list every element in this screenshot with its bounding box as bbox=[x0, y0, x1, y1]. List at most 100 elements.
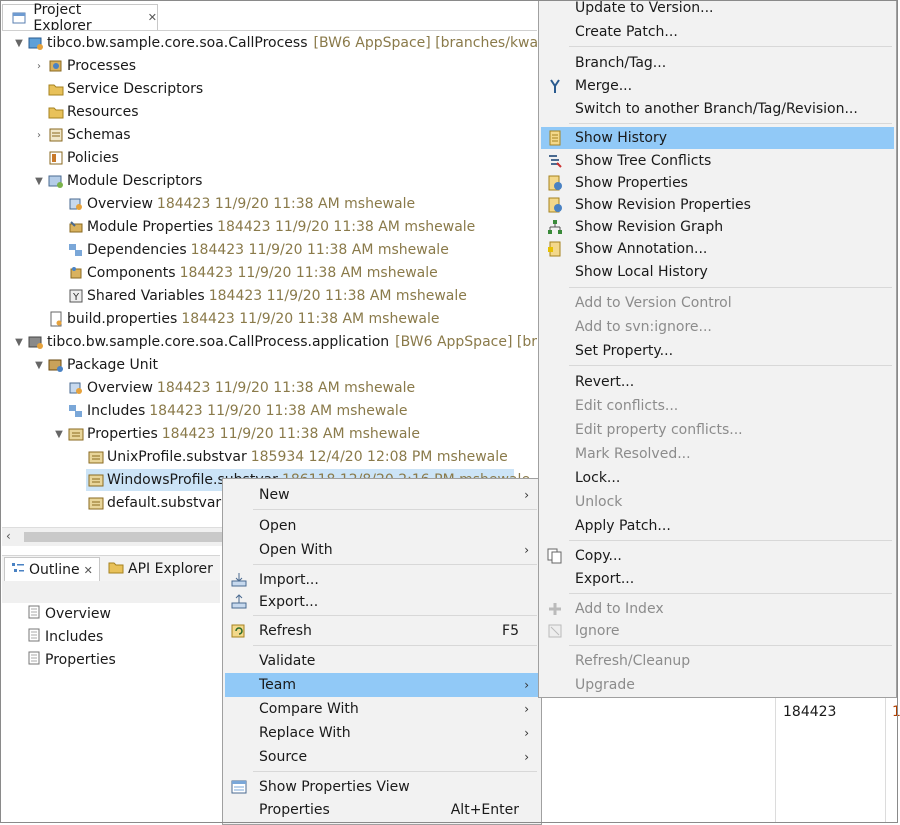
close-icon[interactable]: ✕ bbox=[148, 11, 157, 24]
chevron-down-icon[interactable]: ▼ bbox=[12, 337, 26, 348]
menu-item-show-properties[interactable]: Show Properties bbox=[541, 172, 894, 194]
outline-label: Includes bbox=[45, 629, 104, 645]
menu-item-merge[interactable]: Merge... bbox=[541, 75, 894, 97]
tree-label: Service Descriptors bbox=[67, 81, 204, 97]
menu-item-revert[interactable]: Revert... bbox=[541, 371, 894, 393]
menu-item-show-revision-properties[interactable]: Show Revision Properties bbox=[541, 194, 894, 216]
menu-item-export[interactable]: Export... bbox=[541, 568, 894, 590]
tree-item-processes[interactable]: › Processes bbox=[32, 55, 136, 77]
dependencies-icon bbox=[68, 242, 84, 258]
chevron-right-icon[interactable]: › bbox=[32, 61, 46, 72]
tree-item-module-properties[interactable]: Module Properties 184423 11/9/20 11:38 A… bbox=[66, 216, 475, 238]
menu-item-open[interactable]: Open bbox=[225, 514, 539, 538]
menu-item-unlock[interactable]: Unlock bbox=[541, 491, 894, 513]
menu-item-upgrade[interactable]: Upgrade bbox=[541, 674, 894, 696]
menu-item-edit-conflicts[interactable]: Edit conflicts... bbox=[541, 395, 894, 417]
tree-item-build-properties[interactable]: build.properties 184423 11/9/20 11:38 AM… bbox=[46, 308, 440, 330]
close-icon[interactable]: ✕ bbox=[84, 564, 93, 577]
menu-item-add-to-index[interactable]: Add to Index bbox=[541, 598, 894, 620]
menu-item-switch-branch[interactable]: Switch to another Branch/Tag/Revision... bbox=[541, 98, 894, 120]
tree-item-overview[interactable]: Overview 184423 11/9/20 11:38 AM mshewal… bbox=[66, 193, 415, 215]
menu-item-create-patch[interactable]: Create Patch... bbox=[541, 21, 894, 43]
tree-item-service-descriptors[interactable]: Service Descriptors bbox=[46, 78, 203, 100]
menu-item-branch-tag[interactable]: Branch/Tag... bbox=[541, 52, 894, 74]
menu-label: Add to Version Control bbox=[575, 295, 732, 311]
menu-item-refresh-cleanup[interactable]: Refresh/Cleanup bbox=[541, 650, 894, 672]
tab-outline[interactable]: Outline ✕ bbox=[4, 557, 100, 582]
menu-item-show-revision-graph[interactable]: Show Revision Graph bbox=[541, 216, 894, 238]
tree-item-resources[interactable]: Resources bbox=[46, 101, 139, 123]
menu-item-ignore[interactable]: Ignore bbox=[541, 620, 894, 642]
menu-item-open-with[interactable]: Open With › bbox=[225, 538, 539, 562]
chevron-down-icon[interactable]: ▼ bbox=[52, 429, 66, 440]
menu-label: Upgrade bbox=[575, 677, 635, 693]
table-cell-revision: 184423 bbox=[783, 704, 837, 720]
menu-label: Apply Patch... bbox=[575, 518, 671, 534]
document-icon bbox=[28, 605, 40, 623]
outline-icon bbox=[11, 561, 25, 579]
history-table-area bbox=[542, 698, 898, 823]
menu-item-show-annotation[interactable]: Show Annotation... bbox=[541, 238, 894, 260]
menu-label: Set Property... bbox=[575, 343, 674, 359]
tab-api-explorer[interactable]: API Explorer bbox=[102, 557, 219, 581]
tree-label: Schemas bbox=[67, 127, 131, 143]
tab-project-explorer[interactable]: Project Explorer ✕ bbox=[2, 2, 158, 34]
menu-item-new[interactable]: New › bbox=[225, 483, 539, 507]
tree-label: build.properties bbox=[67, 311, 178, 327]
outline-item-overview[interactable]: Overview bbox=[28, 605, 111, 623]
chevron-right-icon[interactable]: › bbox=[32, 130, 46, 141]
menu-item-export[interactable]: Export... bbox=[225, 590, 539, 614]
menu-item-set-property[interactable]: Set Property... bbox=[541, 340, 894, 362]
menu-item-apply-patch[interactable]: Apply Patch... bbox=[541, 515, 894, 537]
outline-item-includes[interactable]: Includes bbox=[28, 628, 103, 646]
menu-item-show-tree-conflicts[interactable]: Show Tree Conflicts bbox=[541, 150, 894, 172]
tree-item-includes[interactable]: Includes 184423 11/9/20 11:38 AM mshewal… bbox=[66, 400, 407, 422]
copy-icon bbox=[547, 548, 563, 564]
tree-item-package-unit[interactable]: ▼ Package Unit bbox=[32, 354, 158, 376]
menu-item-replace-with[interactable]: Replace With › bbox=[225, 721, 539, 745]
menu-item-show-local-history[interactable]: Show Local History bbox=[541, 261, 894, 283]
menu-item-edit-property-conflicts[interactable]: Edit property conflicts... bbox=[541, 419, 894, 441]
menu-label: Create Patch... bbox=[575, 24, 678, 40]
menu-item-import[interactable]: Import... bbox=[225, 568, 539, 592]
menu-item-source[interactable]: Source › bbox=[225, 745, 539, 769]
outline-item-properties[interactable]: Properties bbox=[28, 651, 116, 669]
menu-label: Export... bbox=[259, 594, 319, 610]
tree-item-components[interactable]: Components 184423 11/9/20 11:38 AM mshew… bbox=[66, 262, 438, 284]
menu-item-add-to-version-control[interactable]: Add to Version Control bbox=[541, 292, 894, 314]
tree-item-module-descriptors[interactable]: ▼ Module Descriptors bbox=[32, 170, 202, 192]
tree-item-project[interactable]: ▼ tibco.bw.sample.core.soa.CallProcess [… bbox=[12, 32, 537, 54]
tree-item-application-project[interactable]: ▼ tibco.bw.sample.core.soa.CallProcess.a… bbox=[12, 331, 537, 353]
chevron-down-icon[interactable]: ▼ bbox=[12, 38, 26, 49]
menu-label: Ignore bbox=[575, 623, 620, 639]
menu-item-team[interactable]: Team › bbox=[225, 673, 539, 697]
menu-item-lock[interactable]: Lock... bbox=[541, 467, 894, 489]
chevron-down-icon[interactable]: ▼ bbox=[32, 176, 46, 187]
tree-label: Includes bbox=[87, 403, 146, 419]
menu-item-compare-with[interactable]: Compare With › bbox=[225, 697, 539, 721]
substvar-icon bbox=[88, 495, 104, 511]
tree-item-policies[interactable]: Policies bbox=[46, 147, 119, 169]
menu-item-mark-resolved[interactable]: Mark Resolved... bbox=[541, 443, 894, 465]
menu-item-update-to-version[interactable]: Update to Version... bbox=[541, 0, 894, 19]
menu-item-show-properties-view[interactable]: Show Properties View bbox=[225, 775, 539, 799]
menu-item-validate[interactable]: Validate bbox=[225, 649, 539, 673]
tree-item-schemas[interactable]: › Schemas bbox=[32, 124, 131, 146]
tree-item-default-substvar[interactable]: default.substvar 1 bbox=[86, 492, 234, 514]
menu-item-properties[interactable]: Properties Alt+Enter bbox=[225, 798, 539, 822]
menu-item-show-history[interactable]: Show History bbox=[541, 127, 894, 149]
tree-item-unixprofile[interactable]: UnixProfile.substvar 185934 12/4/20 12:0… bbox=[86, 446, 508, 468]
tree-item-shared-variables[interactable]: Y Shared Variables 184423 11/9/20 11:38 … bbox=[66, 285, 467, 307]
chevron-down-icon[interactable]: ▼ bbox=[32, 360, 46, 371]
tree-label: Components bbox=[87, 265, 176, 281]
menu-item-copy[interactable]: Copy... bbox=[541, 545, 894, 567]
tree-item-properties[interactable]: ▼ Properties 184423 11/9/20 11:38 AM msh… bbox=[52, 423, 420, 445]
menu-label: Show Local History bbox=[575, 264, 708, 280]
chevron-left-icon[interactable]: ‹ bbox=[6, 529, 11, 543]
tree-item-overview[interactable]: Overview 184423 11/9/20 11:38 AM mshewal… bbox=[66, 377, 415, 399]
menu-label: Team bbox=[259, 677, 297, 693]
menu-label: Add to Index bbox=[575, 601, 664, 617]
menu-item-add-to-svn-ignore[interactable]: Add to svn:ignore... bbox=[541, 316, 894, 338]
menu-item-refresh[interactable]: Refresh F5 bbox=[225, 619, 539, 643]
tree-item-dependencies[interactable]: Dependencies 184423 11/9/20 11:38 AM msh… bbox=[66, 239, 449, 261]
